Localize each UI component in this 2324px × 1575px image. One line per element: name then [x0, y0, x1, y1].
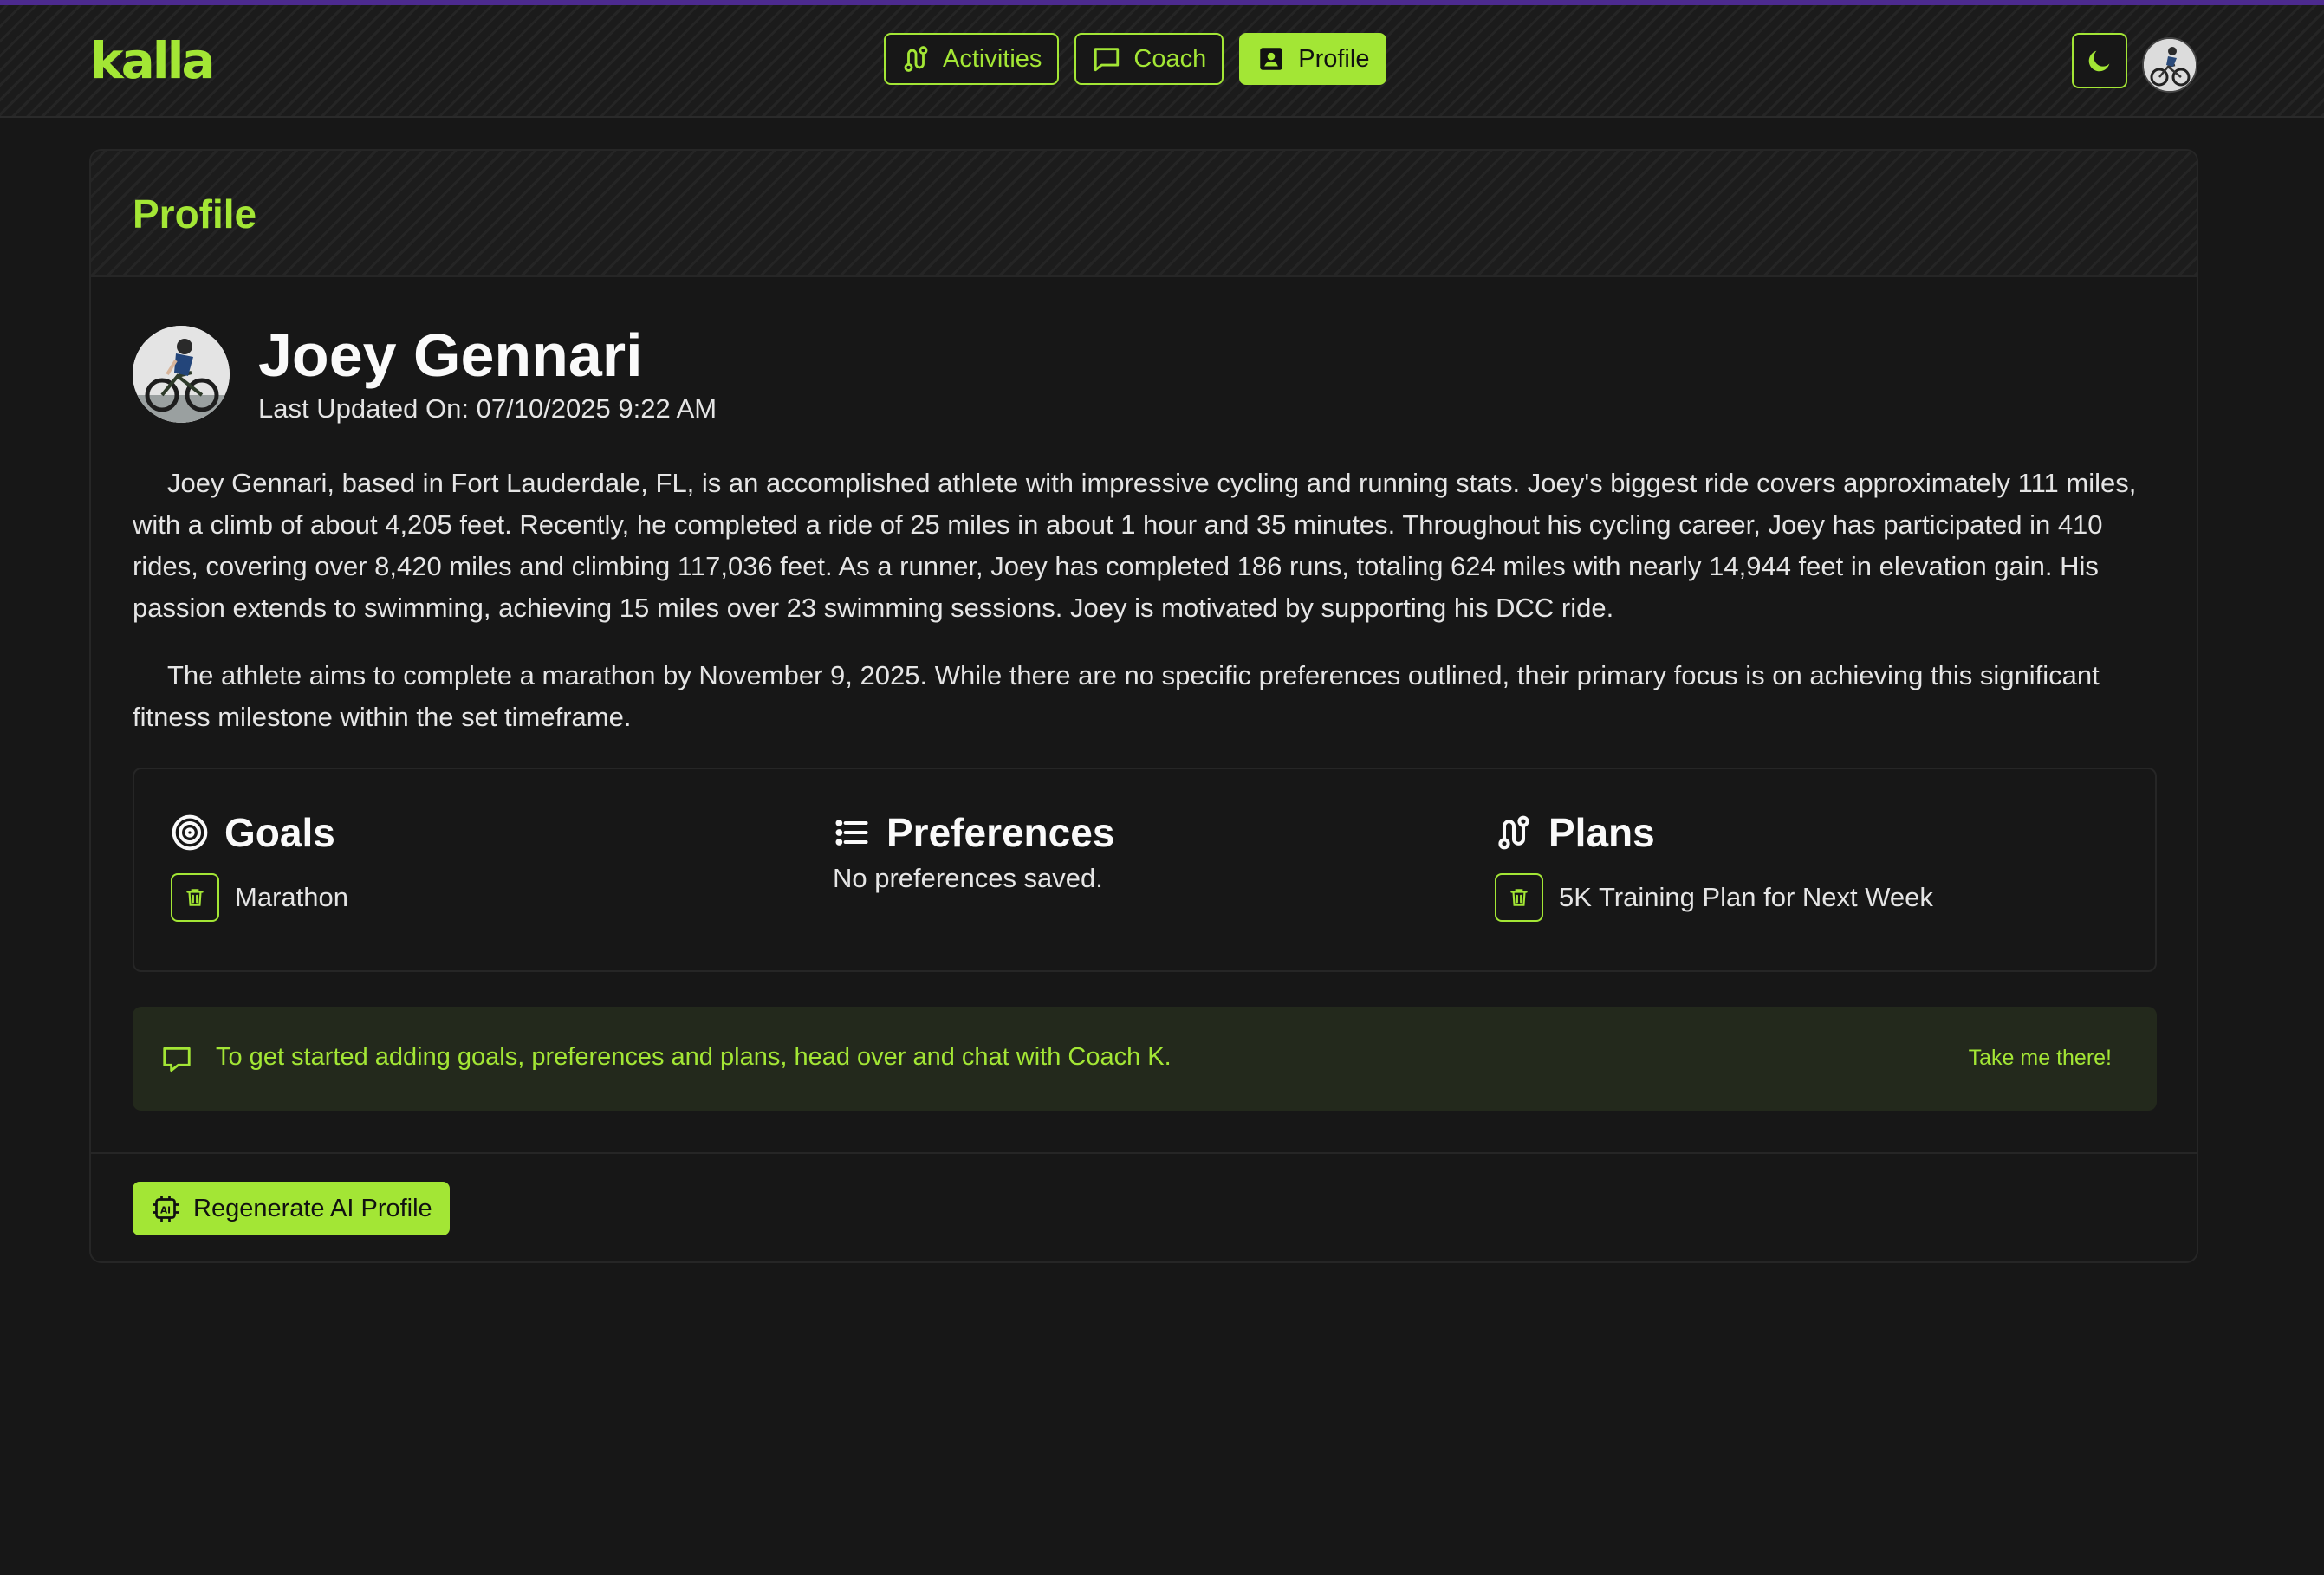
goal-item: Marathon	[171, 873, 348, 922]
contact-card-icon	[1260, 48, 1282, 70]
preferences-empty-text: No preferences saved.	[833, 863, 1103, 893]
plan-label: 5K Training Plan for Next Week	[1559, 882, 1933, 912]
nav-coach-label: Coach	[1133, 44, 1207, 73]
goals-heading: Goals	[171, 809, 348, 856]
last-updated-text: Last Updated On: 07/10/2025 9:22 AM	[258, 393, 717, 424]
preferences-heading: Preferences	[833, 809, 1114, 856]
trash-icon	[186, 889, 204, 906]
regenerate-label: Regenerate AI Profile	[193, 1194, 432, 1222]
preferences-title: Preferences	[886, 810, 1115, 855]
delete-plan-button[interactable]	[1495, 873, 1543, 922]
goals-section: Goals Marathon	[171, 809, 348, 922]
goal-label: Marathon	[235, 882, 348, 912]
athlete-name: Joey Gennari	[258, 321, 643, 389]
nav-activities-button[interactable]: Activities	[884, 33, 1060, 85]
bio-paragraph: Joey Gennari, based in Fort Lauderdale, …	[133, 468, 2137, 623]
top-navigation-bar: kalla Activities Coach Profile	[0, 5, 2324, 118]
banner-message: To get started adding goals, preferences…	[216, 1043, 1172, 1071]
plans-heading: Plans	[1495, 809, 1933, 856]
card-footer-divider	[91, 1152, 2197, 1154]
athlete-bio: Joey Gennari, based in Fort Lauderdale, …	[133, 463, 2169, 764]
cyclist-photo	[133, 326, 230, 423]
profile-avatar	[133, 326, 230, 423]
plans-title: Plans	[1548, 810, 1655, 855]
route-icon	[904, 46, 928, 72]
plan-item: 5K Training Plan for Next Week	[1495, 873, 1933, 922]
plans-section: Plans 5K Training Plan for Next Week	[1495, 809, 1933, 922]
route-icon	[1498, 815, 1529, 850]
user-avatar[interactable]	[2142, 37, 2197, 93]
list-icon	[835, 820, 868, 846]
goals-title: Goals	[224, 810, 335, 855]
trash-icon	[1510, 889, 1528, 906]
preferences-section: Preferences No preferences saved.	[833, 809, 1114, 894]
app-logo[interactable]: kalla	[90, 31, 216, 90]
card-header: Profile	[91, 151, 2197, 277]
main-nav: Activities Coach Profile	[884, 33, 1387, 85]
nav-activities-label: Activities	[943, 44, 1042, 73]
regenerate-ai-profile-button[interactable]: AI Regenerate AI Profile	[133, 1182, 450, 1235]
profile-sections: Goals Marathon Preferences No preference…	[133, 768, 2157, 972]
profile-card: Profile Joey Gennari Last Updated On: 07…	[89, 149, 2198, 1263]
coach-info-banner: To get started adding goals, preferences…	[133, 1007, 2157, 1111]
nav-coach-button[interactable]: Coach	[1074, 33, 1224, 85]
nav-profile-button[interactable]: Profile	[1239, 33, 1387, 85]
delete-goal-button[interactable]	[171, 873, 219, 922]
chat-icon	[1094, 48, 1120, 72]
bio-paragraph: The athlete aims to complete a marathon …	[133, 660, 2100, 732]
target-icon	[172, 814, 208, 851]
ai-chip-icon: AI	[153, 1196, 179, 1222]
cyclist-avatar-image	[2144, 39, 2196, 91]
chat-bubble-icon	[163, 1047, 191, 1073]
svg-text:AI: AI	[160, 1205, 171, 1215]
page-title: Profile	[133, 191, 257, 237]
nav-profile-label: Profile	[1298, 44, 1370, 73]
take-me-there-link[interactable]: Take me there!	[1969, 1046, 2112, 1071]
moon-icon	[2088, 50, 2110, 72]
theme-toggle-button[interactable]	[2072, 33, 2127, 88]
